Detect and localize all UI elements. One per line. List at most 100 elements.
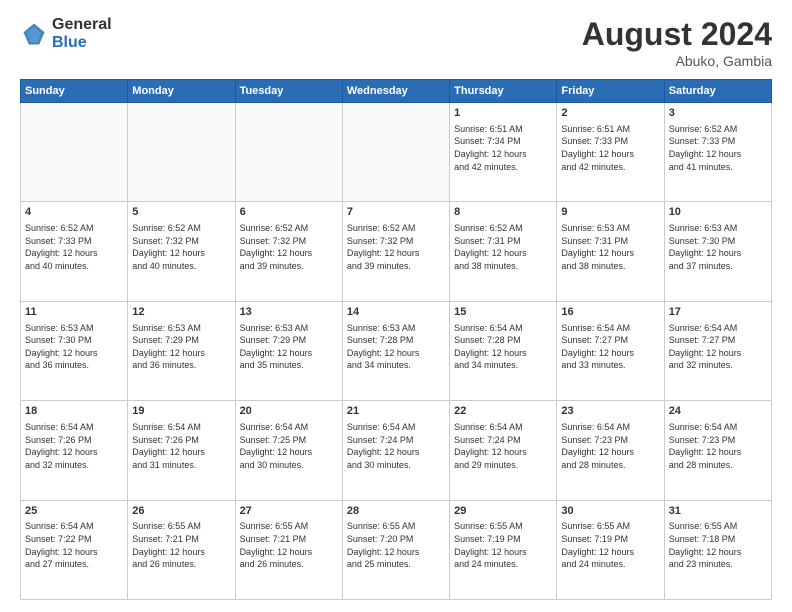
weekday-header-monday: Monday: [128, 80, 235, 103]
day-number: 18: [25, 404, 123, 419]
day-cell-14: 14 Sunrise: 6:53 AM Sunset: 7:28 PM Dayli…: [342, 301, 449, 400]
day-cell-11: 11Sunrise: 6:53 AM Sunset: 7:30 PM Dayli…: [21, 301, 128, 400]
day-cell-13: 13 Sunrise: 6:53 AM Sunset: 7:29 PM Dayli…: [235, 301, 342, 400]
day-cell-19: 19 Sunrise: 6:54 AM Sunset: 7:26 PM Dayli…: [128, 401, 235, 500]
empty-cell: [235, 103, 342, 202]
cell-content: Sunrise: 6:52 AM Sunset: 7:32 PM Dayligh…: [347, 222, 445, 272]
day-number: 22: [454, 404, 552, 419]
day-cell-27: 27Sunrise: 6:55 AM Sunset: 7:21 PM Dayli…: [235, 500, 342, 599]
day-number: 16: [561, 305, 659, 320]
logo-general: General: [52, 16, 112, 34]
cell-content: Sunrise: 6:54 AM Sunset: 7:26 PM Dayligh…: [25, 421, 123, 471]
cell-content: Sunrise: 6:53 AM Sunset: 7:29 PM Dayligh…: [132, 322, 230, 372]
week-row-2: 11Sunrise: 6:53 AM Sunset: 7:30 PM Dayli…: [21, 301, 772, 400]
cell-content: Sunrise: 6:54 AM Sunset: 7:26 PM Dayligh…: [132, 421, 230, 471]
day-cell-22: 22 Sunrise: 6:54 AM Sunset: 7:24 PM Dayli…: [450, 401, 557, 500]
day-cell-21: 21 Sunrise: 6:54 AM Sunset: 7:24 PM Dayli…: [342, 401, 449, 500]
cell-content: Sunrise: 6:55 AM Sunset: 7:19 PM Dayligh…: [561, 520, 659, 570]
weekday-header-wednesday: Wednesday: [342, 80, 449, 103]
day-cell-23: 23Sunrise: 6:54 AM Sunset: 7:23 PM Dayli…: [557, 401, 664, 500]
day-number: 12: [132, 305, 230, 320]
day-cell-8: 8Sunrise: 6:52 AM Sunset: 7:31 PM Daylig…: [450, 202, 557, 301]
weekday-header-tuesday: Tuesday: [235, 80, 342, 103]
day-cell-30: 30Sunrise: 6:55 AM Sunset: 7:19 PM Dayli…: [557, 500, 664, 599]
day-number: 29: [454, 504, 552, 519]
cell-content: Sunrise: 6:52 AM Sunset: 7:32 PM Dayligh…: [240, 222, 338, 272]
day-cell-16: 16Sunrise: 6:54 AM Sunset: 7:27 PM Dayli…: [557, 301, 664, 400]
day-cell-29: 29Sunrise: 6:55 AM Sunset: 7:19 PM Dayli…: [450, 500, 557, 599]
cell-content: Sunrise: 6:54 AM Sunset: 7:24 PM Dayligh…: [454, 421, 552, 471]
week-row-4: 25Sunrise: 6:54 AM Sunset: 7:22 PM Dayli…: [21, 500, 772, 599]
header: General Blue August 2024 Abuko, Gambia: [20, 16, 772, 69]
day-cell-17: 17 Sunrise: 6:54 AM Sunset: 7:27 PM Dayli…: [664, 301, 771, 400]
logo: General Blue: [20, 16, 112, 51]
empty-cell: [21, 103, 128, 202]
day-cell-31: 31Sunrise: 6:55 AM Sunset: 7:18 PM Dayli…: [664, 500, 771, 599]
day-cell-15: 15Sunrise: 6:54 AM Sunset: 7:28 PM Dayli…: [450, 301, 557, 400]
day-number: 2: [561, 106, 659, 121]
cell-content: Sunrise: 6:54 AM Sunset: 7:23 PM Dayligh…: [669, 421, 767, 471]
day-cell-3: 3 Sunrise: 6:52 AM Sunset: 7:33 PM Daylig…: [664, 103, 771, 202]
cell-content: Sunrise: 6:53 AM Sunset: 7:30 PM Dayligh…: [25, 322, 123, 372]
cell-content: Sunrise: 6:53 AM Sunset: 7:29 PM Dayligh…: [240, 322, 338, 372]
day-number: 19: [132, 404, 230, 419]
weekday-header-row: SundayMondayTuesdayWednesdayThursdayFrid…: [21, 80, 772, 103]
cell-content: Sunrise: 6:51 AM Sunset: 7:33 PM Dayligh…: [561, 123, 659, 173]
cell-content: Sunrise: 6:54 AM Sunset: 7:23 PM Dayligh…: [561, 421, 659, 471]
day-number: 3: [669, 106, 767, 121]
day-number: 10: [669, 205, 767, 220]
weekday-header-saturday: Saturday: [664, 80, 771, 103]
day-number: 13: [240, 305, 338, 320]
cell-content: Sunrise: 6:54 AM Sunset: 7:22 PM Dayligh…: [25, 520, 123, 570]
day-number: 8: [454, 205, 552, 220]
page: General Blue August 2024 Abuko, Gambia S…: [0, 0, 792, 612]
cell-content: Sunrise: 6:55 AM Sunset: 7:18 PM Dayligh…: [669, 520, 767, 570]
empty-cell: [128, 103, 235, 202]
month-year: August 2024: [582, 16, 772, 53]
day-cell-28: 28Sunrise: 6:55 AM Sunset: 7:20 PM Dayli…: [342, 500, 449, 599]
day-cell-18: 18 Sunrise: 6:54 AM Sunset: 7:26 PM Dayli…: [21, 401, 128, 500]
day-number: 17: [669, 305, 767, 320]
day-cell-6: 6Sunrise: 6:52 AM Sunset: 7:32 PM Daylig…: [235, 202, 342, 301]
weekday-header-sunday: Sunday: [21, 80, 128, 103]
cell-content: Sunrise: 6:51 AM Sunset: 7:34 PM Dayligh…: [454, 123, 552, 173]
cell-content: Sunrise: 6:55 AM Sunset: 7:19 PM Dayligh…: [454, 520, 552, 570]
cell-content: Sunrise: 6:53 AM Sunset: 7:28 PM Dayligh…: [347, 322, 445, 372]
day-cell-24: 24 Sunrise: 6:54 AM Sunset: 7:23 PM Dayli…: [664, 401, 771, 500]
day-number: 4: [25, 205, 123, 220]
day-number: 9: [561, 205, 659, 220]
cell-content: Sunrise: 6:53 AM Sunset: 7:31 PM Dayligh…: [561, 222, 659, 272]
day-cell-2: 2 Sunrise: 6:51 AM Sunset: 7:33 PM Daylig…: [557, 103, 664, 202]
day-cell-4: 4Sunrise: 6:52 AM Sunset: 7:33 PM Daylig…: [21, 202, 128, 301]
day-number: 28: [347, 504, 445, 519]
cell-content: Sunrise: 6:52 AM Sunset: 7:33 PM Dayligh…: [669, 123, 767, 173]
weekday-header-thursday: Thursday: [450, 80, 557, 103]
logo-icon: [20, 20, 48, 48]
day-number: 21: [347, 404, 445, 419]
day-number: 25: [25, 504, 123, 519]
cell-content: Sunrise: 6:55 AM Sunset: 7:20 PM Dayligh…: [347, 520, 445, 570]
day-cell-7: 7Sunrise: 6:52 AM Sunset: 7:32 PM Daylig…: [342, 202, 449, 301]
day-number: 20: [240, 404, 338, 419]
day-number: 24: [669, 404, 767, 419]
cell-content: Sunrise: 6:53 AM Sunset: 7:30 PM Dayligh…: [669, 222, 767, 272]
cell-content: Sunrise: 6:55 AM Sunset: 7:21 PM Dayligh…: [240, 520, 338, 570]
cell-content: Sunrise: 6:54 AM Sunset: 7:24 PM Dayligh…: [347, 421, 445, 471]
cell-content: Sunrise: 6:52 AM Sunset: 7:32 PM Dayligh…: [132, 222, 230, 272]
logo-blue-text: Blue: [52, 34, 112, 52]
cell-content: Sunrise: 6:55 AM Sunset: 7:21 PM Dayligh…: [132, 520, 230, 570]
day-number: 30: [561, 504, 659, 519]
day-number: 14: [347, 305, 445, 320]
calendar-table: SundayMondayTuesdayWednesdayThursdayFrid…: [20, 79, 772, 600]
logo-text: General Blue: [52, 16, 112, 51]
day-cell-5: 5 Sunrise: 6:52 AM Sunset: 7:32 PM Daylig…: [128, 202, 235, 301]
weekday-header-friday: Friday: [557, 80, 664, 103]
cell-content: Sunrise: 6:54 AM Sunset: 7:27 PM Dayligh…: [669, 322, 767, 372]
day-number: 1: [454, 106, 552, 121]
day-number: 31: [669, 504, 767, 519]
day-number: 15: [454, 305, 552, 320]
day-cell-26: 26Sunrise: 6:55 AM Sunset: 7:21 PM Dayli…: [128, 500, 235, 599]
day-cell-1: 1 Sunrise: 6:51 AM Sunset: 7:34 PM Daylig…: [450, 103, 557, 202]
day-number: 5: [132, 205, 230, 220]
day-cell-25: 25Sunrise: 6:54 AM Sunset: 7:22 PM Dayli…: [21, 500, 128, 599]
